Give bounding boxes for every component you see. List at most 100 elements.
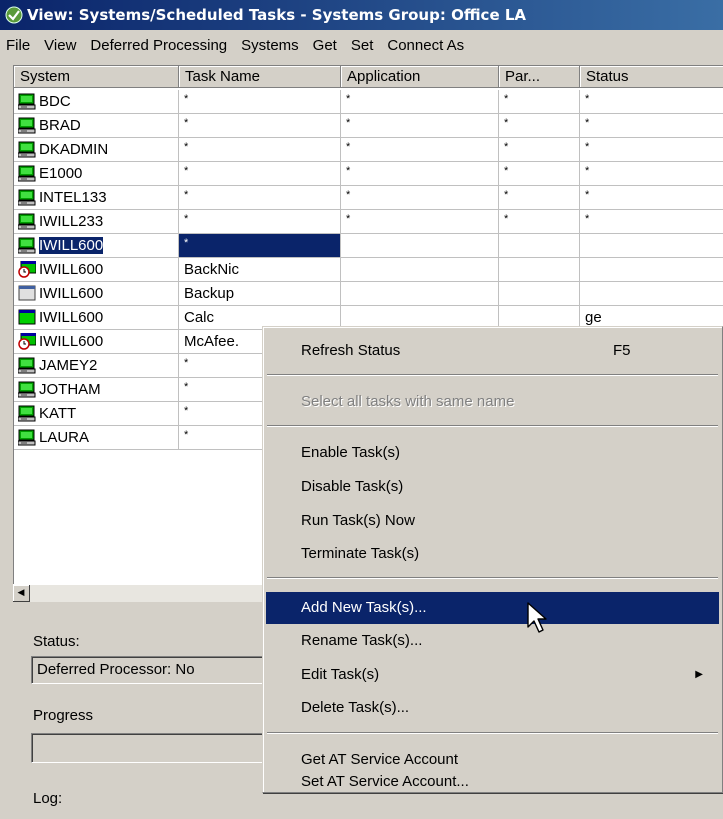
cell-text: IWILL600 [39, 261, 104, 278]
cell-task: * [179, 234, 341, 257]
table-row[interactable]: BRAD * * * * [14, 114, 723, 138]
menu-item-label: Delete Task(s)... [301, 699, 410, 716]
cell-status: * [580, 210, 723, 233]
menu-deferred-processing[interactable]: Deferred Processing [83, 37, 234, 54]
cell-text: * [346, 141, 351, 153]
cell-text: * [346, 189, 351, 201]
table-row[interactable]: IWILL233 * * * * [14, 210, 723, 234]
table-row[interactable]: E1000 * * * * [14, 162, 723, 186]
table-row[interactable]: IWILL600 BackNic [14, 258, 723, 282]
menu-item-label: Set AT Service Account... [301, 773, 469, 790]
cell-text: BackNic [184, 261, 240, 278]
menu-set[interactable]: Set [344, 37, 381, 54]
cell-text: * [184, 357, 189, 369]
table-row[interactable]: BDC * * * * [14, 90, 723, 114]
menu-item-label: Disable Task(s) [301, 478, 404, 495]
menu-item-refresh-status[interactable]: Refresh Status F5 [266, 335, 719, 367]
menu-item-run-tasks-now[interactable]: Run Task(s) Now [266, 505, 719, 537]
column-header-application[interactable]: Application [341, 66, 499, 88]
cell-system: DKADMIN [14, 138, 179, 161]
cell-text: * [504, 117, 509, 129]
column-header-system[interactable]: System [14, 66, 179, 88]
cell-application: * [341, 90, 499, 113]
menu-connect-as[interactable]: Connect As [380, 37, 471, 54]
cell-task: BackNic [179, 258, 341, 281]
table-row[interactable]: IWILL600 Backup [14, 282, 723, 306]
cell-text: * [346, 117, 351, 129]
cell-text: LAURA [39, 429, 90, 446]
cell-text: IWILL233 [39, 213, 104, 230]
cell-text: * [585, 117, 590, 129]
cell-task: * [179, 90, 341, 113]
cell-text: ge [585, 309, 602, 326]
menu-item-disable-tasks[interactable]: Disable Task(s) [266, 471, 719, 503]
cell-system: JOTHAM [14, 378, 179, 401]
menu-separator [267, 732, 718, 734]
cell-application [341, 282, 499, 305]
cell-text: JAMEY2 [39, 357, 98, 374]
menu-item-enable-tasks[interactable]: Enable Task(s) [266, 437, 719, 469]
cell-task: * [179, 210, 341, 233]
cell-text: * [504, 165, 509, 177]
cell-system: BDC [14, 90, 179, 113]
context-menu: Refresh Status F5 Select all tasks with … [262, 326, 723, 793]
title-bar[interactable]: View: Systems/Scheduled Tasks - Systems … [0, 0, 723, 30]
cell-params: * [499, 114, 580, 137]
menu-separator [267, 374, 718, 376]
cell-text: * [184, 381, 189, 393]
column-header-parameters[interactable]: Par... [499, 66, 580, 88]
table-row[interactable]: INTEL133 * * * * [14, 186, 723, 210]
menu-item-label: Enable Task(s) [301, 444, 400, 461]
cell-text: IWILL600 [39, 285, 104, 302]
cell-application: * [341, 114, 499, 137]
cell-params: * [499, 90, 580, 113]
cell-text: Calc [184, 309, 215, 326]
cell-text: BRAD [39, 117, 81, 134]
cell-params: * [499, 210, 580, 233]
scroll-left-arrow-icon[interactable]: ◀ [13, 585, 30, 602]
cell-params [499, 282, 580, 305]
cell-system: JAMEY2 [14, 354, 179, 377]
cell-text: * [585, 189, 590, 201]
cell-status: * [580, 114, 723, 137]
cell-text: * [504, 141, 509, 153]
table-row[interactable]: IWILL600 * [14, 234, 723, 258]
cell-application: * [341, 162, 499, 185]
cell-task: * [179, 186, 341, 209]
cell-system: IWILL600 [14, 330, 179, 353]
menu-item-select-same-name[interactable]: Select all tasks with same name [266, 386, 719, 418]
column-header-task-name[interactable]: Task Name [179, 66, 341, 88]
menu-view[interactable]: View [37, 37, 83, 54]
table-row[interactable]: DKADMIN * * * * [14, 138, 723, 162]
cell-text: * [184, 429, 189, 441]
cell-system: INTEL133 [14, 186, 179, 209]
cell-system: IWILL600 [14, 258, 179, 281]
cell-system: IWILL233 [14, 210, 179, 233]
menu-item-rename-tasks[interactable]: Rename Task(s)... [266, 625, 719, 657]
progress-label: Progress [33, 707, 94, 724]
menu-item-add-new-tasks[interactable]: Add New Task(s)... [266, 592, 719, 624]
cell-params [499, 234, 580, 257]
cell-text: IWILL600 [37, 236, 105, 255]
cell-text: * [504, 189, 509, 201]
cell-system: IWILL600 [14, 234, 179, 257]
cell-status [580, 258, 723, 281]
cell-status [580, 234, 723, 257]
cell-text: JOTHAM [39, 381, 101, 398]
menu-get[interactable]: Get [306, 37, 344, 54]
menu-file[interactable]: File [0, 37, 37, 54]
cell-application: * [341, 210, 499, 233]
cell-status: * [580, 162, 723, 185]
menu-systems[interactable]: Systems [234, 37, 306, 54]
menu-item-edit-tasks[interactable]: Edit Task(s) ▶ [266, 659, 719, 691]
horizontal-scrollbar[interactable]: ◀ [13, 584, 263, 602]
cell-text: * [585, 141, 590, 153]
cell-text: * [184, 189, 189, 201]
menu-item-set-at-service-account[interactable]: Set AT Service Account... [266, 771, 719, 797]
menu-item-delete-tasks[interactable]: Delete Task(s)... [266, 692, 719, 724]
cell-task: * [179, 162, 341, 185]
cell-text: * [585, 213, 590, 225]
column-header-status[interactable]: Status [580, 66, 723, 88]
menu-item-terminate-tasks[interactable]: Terminate Task(s) [266, 538, 719, 570]
cell-task: * [179, 114, 341, 137]
